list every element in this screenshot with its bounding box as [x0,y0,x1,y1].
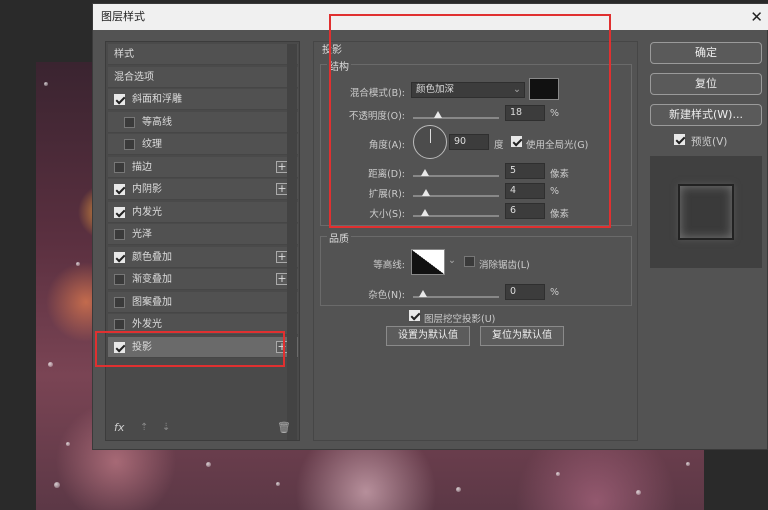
style-preview-swatch [678,184,734,240]
noise-label: 杂色(N): [368,290,405,301]
style-item-label: 纹理 [142,139,162,150]
style-checkbox[interactable] [114,319,125,330]
style-item-label: 光泽 [132,229,152,240]
style-item-label: 样式 [114,49,134,60]
quality-group: 品质 等高线: ⌄ 消除锯齿(L) 杂色(N): 0 % [320,230,632,306]
style-checkbox[interactable] [114,229,125,240]
style-list-item[interactable]: 内阴影 + [108,179,298,200]
preview-label: 预览(V) [691,136,728,148]
style-checkbox[interactable] [114,296,125,308]
style-item-label: 内发光 [132,206,162,218]
ok-button[interactable]: 确定 [650,42,762,64]
preview-checkbox[interactable] [674,134,685,145]
style-item-label: 描边 [132,161,152,173]
style-list-item[interactable]: 样式 [108,44,298,65]
knockout-label: 图层挖空投影(U) [424,314,496,325]
highlight-box-structure [329,14,611,228]
antialias-checkbox[interactable] [464,256,475,267]
style-checkbox[interactable] [124,116,135,128]
style-list-item[interactable]: 渐变叠加 + [108,269,298,290]
contour-preview[interactable] [411,249,445,275]
style-item-label: 混合选项 [114,71,154,83]
style-list-item[interactable]: 光泽 [108,224,298,245]
water-drop [276,482,280,486]
water-drop [636,490,641,495]
style-list-item[interactable]: 等高线 [108,111,298,133]
style-checkbox[interactable] [114,94,125,105]
water-drop [556,472,560,476]
reset-default-button[interactable]: 复位为默认值 [480,326,564,346]
fx-icon[interactable]: fx [114,421,124,434]
close-icon[interactable]: ✕ [750,4,763,30]
style-item-label: 内阴影 [132,184,162,195]
water-drop [54,482,60,488]
style-list-item[interactable]: 斜面和浮雕 [108,89,298,110]
water-drop [76,262,80,266]
contour-label: 等高线: [373,260,405,271]
style-list-item[interactable]: 图案叠加 [108,291,298,313]
water-drop [456,487,461,492]
style-checkbox[interactable] [124,139,135,150]
water-drop [44,82,48,86]
style-list-item[interactable]: 混合选项 [108,66,298,88]
set-default-button[interactable]: 设置为默认值 [386,326,470,346]
style-checkbox[interactable] [114,184,125,195]
style-checkbox[interactable] [114,274,125,285]
noise-slider-thumb[interactable] [419,290,427,297]
style-item-label: 颜色叠加 [132,251,172,263]
water-drop [206,462,211,467]
knockout-checkbox[interactable] [409,310,420,321]
style-item-label: 斜面和浮雕 [132,94,182,105]
style-preview-box [650,156,762,268]
antialias-label: 消除锯齿(L) [479,260,530,271]
style-checkbox[interactable] [114,161,125,173]
style-list-scrollbar[interactable] [287,44,297,440]
style-item-label: 渐变叠加 [132,274,172,285]
style-list-item[interactable]: 描边 + [108,156,298,178]
highlight-box-drop-shadow-item [95,331,285,367]
style-list-item[interactable]: 颜色叠加 + [108,246,298,268]
water-drop [48,362,53,367]
dialog-title: 图层样式 [101,10,145,23]
noise-slider[interactable] [413,290,499,298]
new-style-button[interactable]: 新建样式(W)... [650,104,762,126]
move-up-icon[interactable]: ⇡ [140,422,148,433]
style-item-label: 等高线 [142,116,172,128]
water-drop [66,442,70,446]
style-checkbox[interactable] [114,251,125,263]
style-list-item[interactable]: 纹理 [108,134,298,155]
style-item-label: 图案叠加 [132,296,172,308]
noise-unit: % [550,287,560,298]
trash-icon[interactable]: 🗑 [277,421,291,434]
style-list-item[interactable]: 内发光 [108,201,298,223]
noise-input[interactable]: 0 [505,284,545,300]
style-checkbox[interactable] [114,206,125,218]
layer-style-dialog: 图层样式 ✕ 样式混合选项斜面和浮雕等高线纹理描边 + 内阴影 + 内发光光泽颜色叠加 +… [92,3,768,450]
contour-dropdown-icon[interactable]: ⌄ [448,255,456,266]
quality-title: 品质 [327,230,351,245]
water-drop [686,462,690,466]
style-list-panel: 样式混合选项斜面和浮雕等高线纹理描边 + 内阴影 + 内发光光泽颜色叠加 + 渐变叠加 + 图案… [105,41,300,441]
reset-button[interactable]: 复位 [650,73,762,95]
move-down-icon[interactable]: ⇣ [162,422,170,433]
